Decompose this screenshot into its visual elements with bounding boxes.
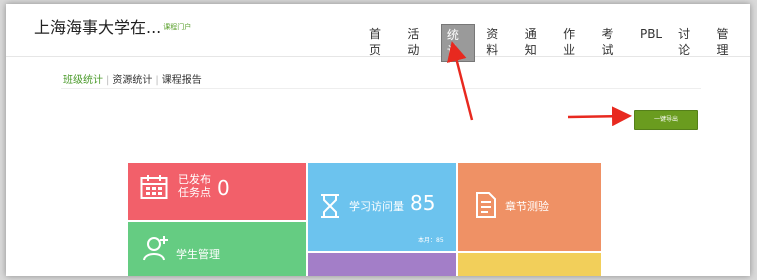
nav-homework[interactable]: 作业 bbox=[558, 24, 590, 62]
visits-this-month: 本月：85 bbox=[418, 237, 444, 244]
subnav-course-report[interactable]: 课程报告 bbox=[162, 75, 202, 86]
tile-published-tasks[interactable]: 已发布 任务点 0 bbox=[128, 163, 306, 220]
main-nav: 首页 活动 统计 资料 通知 作业 考试 PBL 讨论 管理 bbox=[364, 24, 750, 62]
published-count: 0 bbox=[217, 176, 230, 200]
tile-student-management[interactable]: 学生管理 bbox=[128, 222, 306, 276]
nav-pbl[interactable]: PBL bbox=[635, 24, 667, 62]
published-label: 已发布 任务点 bbox=[178, 173, 211, 199]
nav-activity[interactable]: 活动 bbox=[402, 24, 434, 62]
sub-nav: 班级统计 | 资源统计 | 课程报告 bbox=[63, 71, 202, 86]
visits-count: 85 bbox=[410, 191, 436, 215]
hourglass-icon bbox=[321, 194, 339, 218]
nav-notices[interactable]: 通知 bbox=[520, 24, 552, 62]
nav-materials[interactable]: 资料 bbox=[481, 24, 513, 62]
student-management-label: 学生管理 bbox=[176, 248, 220, 261]
tile-purple[interactable] bbox=[308, 253, 456, 276]
chapter-quiz-label: 章节测验 bbox=[505, 200, 549, 213]
subnav-class-stats[interactable]: 班级统计 bbox=[63, 75, 103, 86]
calendar-icon bbox=[140, 175, 168, 199]
visits-label: 学习访问量 bbox=[349, 200, 404, 213]
course-portal-link[interactable]: 课程门户 bbox=[163, 23, 191, 31]
nav-exams[interactable]: 考试 bbox=[597, 24, 629, 62]
tile-yellow[interactable] bbox=[458, 253, 601, 276]
export-button[interactable]: 一键导出 bbox=[634, 110, 698, 130]
nav-discussion[interactable]: 讨论 bbox=[673, 24, 705, 62]
nav-management[interactable]: 管理 bbox=[712, 24, 744, 62]
tile-study-visits[interactable]: 学习访问量 85 本月：85 bbox=[308, 163, 456, 251]
nav-home[interactable]: 首页 bbox=[364, 24, 396, 62]
tile-chapter-quiz[interactable]: 章节测验 bbox=[458, 163, 601, 251]
subnav-separator: | bbox=[106, 75, 110, 86]
page-frame: 上海海事大学在... 课程门户 首页 活动 统计 资料 通知 作业 考试 PBL … bbox=[6, 4, 750, 276]
subnav-resource-stats[interactable]: 资源统计 bbox=[112, 75, 152, 86]
document-icon bbox=[476, 192, 496, 218]
nav-statistics[interactable]: 统计 bbox=[440, 24, 476, 62]
course-title-text: 上海海事大学在... bbox=[34, 18, 162, 37]
divider bbox=[61, 88, 701, 89]
course-title[interactable]: 上海海事大学在... 课程门户 bbox=[34, 14, 191, 38]
subnav-separator: | bbox=[155, 75, 159, 86]
add-user-icon bbox=[143, 236, 168, 261]
header: 上海海事大学在... 课程门户 首页 活动 统计 资料 通知 作业 考试 PBL … bbox=[6, 4, 750, 62]
